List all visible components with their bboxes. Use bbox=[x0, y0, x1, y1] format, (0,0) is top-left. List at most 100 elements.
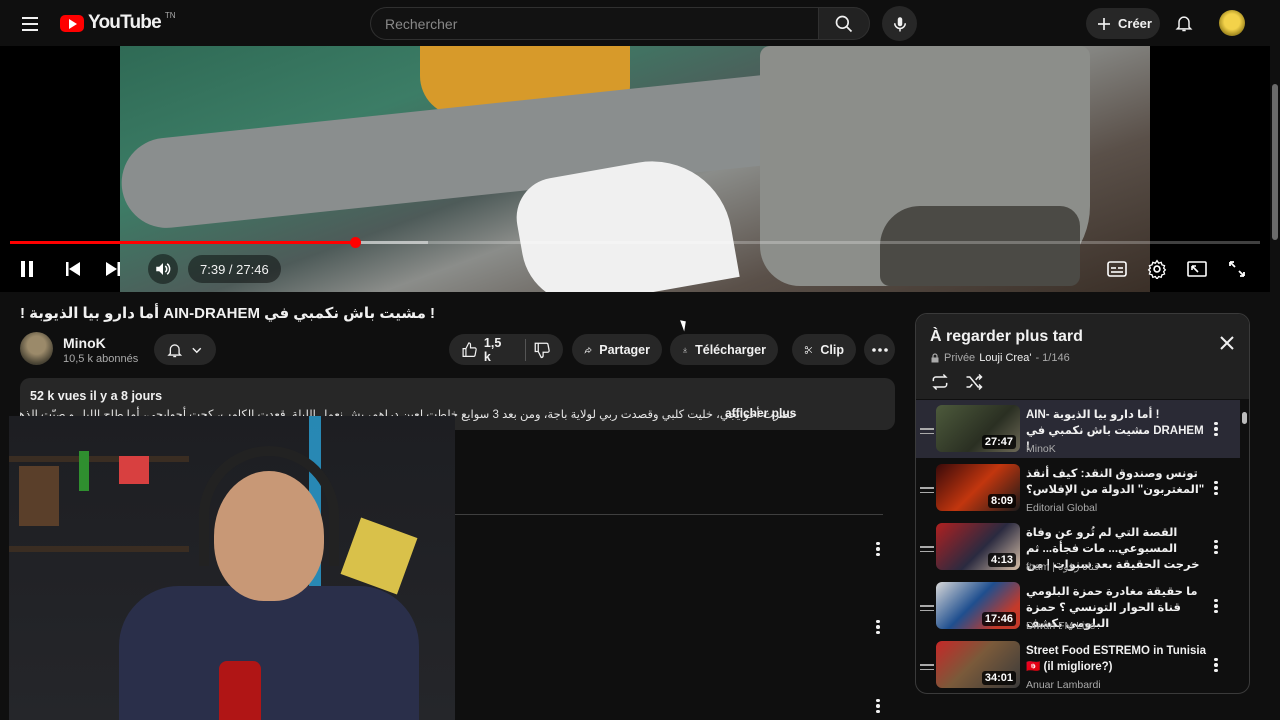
views-and-date: 52 k vues il y a 8 jours bbox=[30, 389, 163, 403]
playlist-video-title[interactable]: Street Food ESTREMO in Tunisia 🇹🇳 (il mi… bbox=[1026, 643, 1206, 675]
drag-handle-icon[interactable] bbox=[920, 664, 934, 670]
playlist-title[interactable]: À regarder plus tard bbox=[930, 328, 1083, 346]
video-duration: 27:47 bbox=[981, 435, 1016, 449]
comment-more-button[interactable] bbox=[868, 617, 888, 637]
create-label: Créer bbox=[1118, 16, 1152, 31]
playlist-scrollbar-thumb[interactable] bbox=[1242, 412, 1247, 424]
playlist-scrollbar[interactable] bbox=[1241, 402, 1249, 693]
video-frame bbox=[117, 46, 1150, 292]
playlist-video-channel: foam | قناة رغوة bbox=[1026, 561, 1100, 573]
playlist-item-menu-button[interactable] bbox=[1206, 655, 1226, 675]
video-duration: 17:46 bbox=[981, 612, 1016, 626]
bell-icon bbox=[1175, 16, 1193, 32]
playlist-item-menu-button[interactable] bbox=[1206, 537, 1226, 557]
settings-button[interactable] bbox=[1145, 257, 1169, 281]
more-actions-button[interactable] bbox=[864, 334, 895, 365]
playlist-item-menu-button[interactable] bbox=[1206, 596, 1226, 616]
top-bar: YouTube TN Créer bbox=[0, 0, 1280, 46]
logo-country-code: TN bbox=[164, 10, 176, 20]
playlist-item[interactable]: 8:09 تونس وصندوق النقد: كيف أنقذ "المغتر… bbox=[916, 459, 1240, 517]
scrubber-handle[interactable] bbox=[350, 237, 361, 248]
like-divider bbox=[525, 338, 526, 361]
previous-icon bbox=[66, 262, 80, 276]
comment-more-button[interactable] bbox=[868, 539, 888, 559]
search-button[interactable] bbox=[818, 7, 870, 40]
played-bar bbox=[10, 241, 355, 244]
progress-bar[interactable] bbox=[10, 237, 1260, 248]
search-input[interactable] bbox=[370, 7, 818, 40]
close-icon bbox=[1220, 336, 1234, 350]
drag-handle-icon[interactable] bbox=[920, 487, 934, 493]
dislike-button[interactable] bbox=[533, 341, 551, 359]
next-button[interactable] bbox=[102, 257, 124, 281]
like-dislike-group: 1,5 k bbox=[449, 334, 563, 365]
playlist-thumbnail[interactable]: 4:13 bbox=[936, 523, 1020, 570]
playlist-item-menu-button[interactable] bbox=[1206, 478, 1226, 498]
volume-icon bbox=[156, 263, 171, 275]
account-avatar[interactable] bbox=[1219, 10, 1245, 36]
page-scrollbar[interactable] bbox=[1270, 46, 1280, 720]
playlist-item[interactable]: 4:13 القصة التي لم تُرو عن وفاة المسبوعي… bbox=[916, 518, 1240, 576]
create-button[interactable]: Créer bbox=[1086, 8, 1160, 39]
loop-button[interactable] bbox=[930, 372, 950, 397]
channel-avatar[interactable] bbox=[20, 332, 53, 365]
share-button[interactable]: Partager bbox=[572, 334, 662, 365]
drag-handle-icon[interactable] bbox=[920, 546, 934, 552]
playlist-video-title[interactable]: تونس وصندوق النقد: كيف أنقذ "المغتربون" … bbox=[1026, 466, 1206, 498]
playlist-video-channel: MinoK bbox=[1026, 443, 1056, 455]
comment-more-button[interactable] bbox=[868, 696, 888, 716]
subtitles-icon bbox=[1107, 261, 1127, 277]
clip-label: Clip bbox=[820, 342, 844, 357]
playlist-thumbnail[interactable]: 27:47 bbox=[936, 405, 1020, 452]
playlist-thumbnail[interactable]: 34:01 bbox=[936, 641, 1020, 688]
shuffle-button[interactable] bbox=[964, 372, 984, 397]
drag-handle-icon[interactable] bbox=[920, 428, 934, 434]
playlist-thumbnail[interactable]: 17:46 bbox=[936, 582, 1020, 629]
share-label: Partager bbox=[599, 342, 650, 357]
playlist-meta: Privée Louji Crea' - 1/146 bbox=[930, 352, 1070, 364]
time-display: 7:39 / 27:46 bbox=[188, 255, 281, 283]
playlist-item[interactable]: 34:01 Street Food ESTREMO in Tunisia 🇹🇳 … bbox=[916, 636, 1240, 693]
playlist-item-menu-button[interactable] bbox=[1206, 419, 1226, 439]
more-horizontal-icon bbox=[871, 347, 888, 352]
playlist-video-channel: Diwan FM Live bbox=[1026, 620, 1096, 632]
playlist-header: À regarder plus tard Privée Louji Crea' … bbox=[916, 314, 1249, 399]
lock-icon bbox=[931, 353, 939, 363]
next-icon bbox=[106, 262, 120, 276]
playlist-item[interactable]: 17:46 ما حقيقة مغادرة حمزة البلومي قناة … bbox=[916, 577, 1240, 635]
previous-button[interactable] bbox=[62, 257, 84, 281]
video-duration: 4:13 bbox=[987, 553, 1016, 567]
fullscreen-button[interactable] bbox=[1225, 257, 1249, 281]
fullscreen-icon bbox=[1229, 261, 1245, 277]
repeat-icon bbox=[932, 373, 948, 391]
drag-handle-icon[interactable] bbox=[920, 605, 934, 611]
pause-button[interactable] bbox=[16, 257, 38, 281]
channel-name[interactable]: MinoK bbox=[63, 335, 106, 351]
miniplayer-button[interactable] bbox=[1185, 257, 1209, 281]
share-icon bbox=[584, 346, 592, 354]
mouse-cursor bbox=[680, 318, 689, 332]
show-more-link[interactable]: afficher plus bbox=[725, 406, 796, 420]
close-playlist-button[interactable] bbox=[1219, 335, 1235, 356]
page-scrollbar-thumb[interactable] bbox=[1272, 84, 1278, 240]
playlist-item[interactable]: 27:47 ! أما دارو بيا الذيوبة AIN-DRAHEM … bbox=[916, 400, 1240, 458]
mute-button[interactable] bbox=[148, 254, 178, 284]
download-button[interactable]: Télécharger bbox=[670, 334, 778, 365]
notifications-button[interactable] bbox=[1170, 9, 1198, 37]
playlist-actions bbox=[930, 372, 984, 397]
youtube-logo[interactable]: YouTube TN bbox=[60, 10, 176, 34]
voice-search-button[interactable] bbox=[882, 6, 917, 41]
subscriber-count: 10,5 k abonnés bbox=[63, 353, 139, 365]
search-bar bbox=[370, 7, 870, 40]
playlist-owner[interactable]: Louji Crea' bbox=[979, 352, 1031, 364]
like-button[interactable]: 1,5 k bbox=[461, 336, 510, 364]
subscription-bell-button[interactable] bbox=[154, 334, 216, 365]
menu-icon[interactable] bbox=[14, 8, 46, 40]
video-title: ! أما دارو بيا الذيوبة AIN-DRAHEM مشيت ب… bbox=[20, 305, 436, 322]
video-player[interactable]: 7:39 / 27:46 bbox=[0, 46, 1270, 292]
playlist-thumbnail[interactable]: 8:09 bbox=[936, 464, 1020, 511]
playlist-video-channel: Anuar Lambardi bbox=[1026, 679, 1101, 691]
clip-button[interactable]: Clip bbox=[792, 334, 856, 365]
comments-divider bbox=[455, 514, 883, 515]
subtitles-button[interactable] bbox=[1105, 257, 1129, 281]
